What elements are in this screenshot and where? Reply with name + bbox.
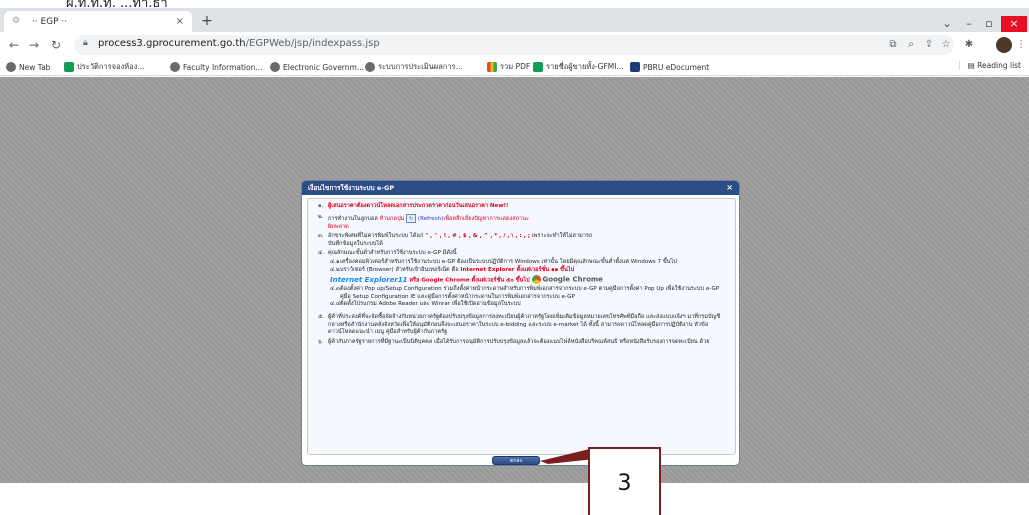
annotation-number: 3	[617, 471, 632, 496]
annotation-arrow	[540, 447, 612, 464]
annotation-callout: 3	[588, 447, 661, 515]
screenshot-root: ผ.ท.ท.ทุ. ...ทา.ธา ⚙ ‎ ·· EGP ·· × + ⌄ –…	[0, 0, 1029, 515]
